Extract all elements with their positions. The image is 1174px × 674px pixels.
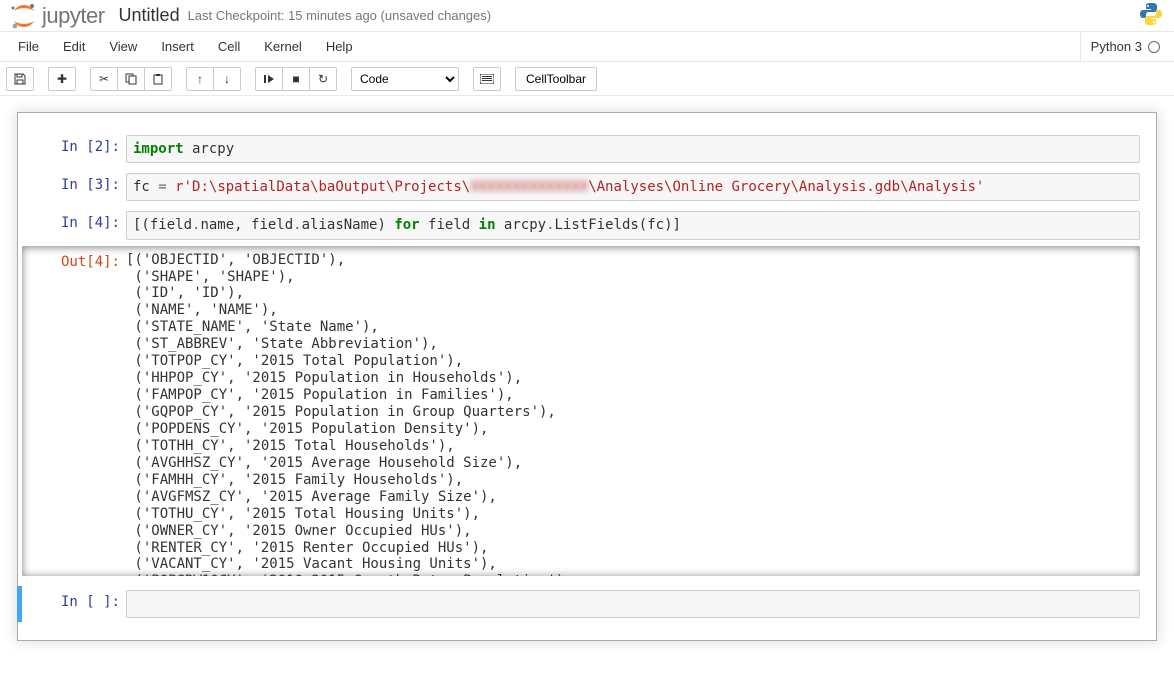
notebook: In [2]: import arcpy In [3]: fc = r'D:\s… xyxy=(17,112,1157,641)
code-input[interactable]: [(field.name, field.aliasName) for field… xyxy=(126,211,1140,239)
restart-button[interactable]: ↻ xyxy=(309,67,337,91)
input-prompt: In [2]: xyxy=(22,135,126,163)
menu-cell[interactable]: Cell xyxy=(206,33,252,60)
notebook-title[interactable]: Untitled xyxy=(119,5,180,26)
checkpoint-status: Last Checkpoint: 15 minutes ago (unsaved… xyxy=(188,8,492,23)
interrupt-button[interactable]: ■ xyxy=(282,67,310,91)
menu-help[interactable]: Help xyxy=(314,33,365,60)
toolbar: ✚ ✂ ↑ ↓ ■ ↻ Code CellToolbar xyxy=(0,62,1174,96)
notebook-container: In [2]: import arcpy In [3]: fc = r'D:\s… xyxy=(0,96,1174,657)
code-cell-selected[interactable]: In [ ]: xyxy=(17,586,1152,622)
jupyter-logo[interactable]: jupyter xyxy=(10,2,105,30)
paste-button[interactable] xyxy=(144,67,172,91)
input-prompt: In [3]: xyxy=(22,173,126,201)
code-cell[interactable]: In [4]: [(field.name, field.aliasName) f… xyxy=(22,207,1152,243)
kernel-status-icon xyxy=(1148,41,1160,53)
save-button[interactable] xyxy=(6,67,34,91)
input-prompt: In [4]: xyxy=(22,211,126,239)
menu-bar: File Edit View Insert Cell Kernel Help P… xyxy=(0,32,1174,62)
menu-kernel[interactable]: Kernel xyxy=(252,33,314,60)
code-cell[interactable]: In [3]: fc = r'D:\spatialData\baOutput\P… xyxy=(22,169,1152,205)
notebook-header: jupyter Untitled Last Checkpoint: 15 min… xyxy=(0,0,1174,32)
code-cell[interactable]: In [2]: import arcpy xyxy=(22,131,1152,167)
copy-button[interactable] xyxy=(117,67,145,91)
jupyter-logo-text: jupyter xyxy=(42,3,105,29)
menu-insert[interactable]: Insert xyxy=(149,33,206,60)
output-cell: Out[4]: [('OBJECTID', 'OBJECTID'), ('SHA… xyxy=(22,246,1140,576)
output-prompt: Out[4]: xyxy=(22,250,126,576)
menu-view[interactable]: View xyxy=(97,33,149,60)
kernel-indicator: Python 3 xyxy=(1080,32,1168,61)
input-prompt: In [ ]: xyxy=(22,590,126,618)
python-logo-icon xyxy=(1138,1,1164,30)
command-palette-button[interactable] xyxy=(473,67,501,91)
code-input[interactable]: import arcpy xyxy=(126,135,1140,163)
output-text: [('OBJECTID', 'OBJECTID'), ('SHAPE', 'SH… xyxy=(126,250,1128,576)
insert-cell-button[interactable]: ✚ xyxy=(48,67,76,91)
menu-file[interactable]: File xyxy=(6,33,51,60)
cut-button[interactable]: ✂ xyxy=(90,67,118,91)
code-input[interactable] xyxy=(126,590,1140,618)
kernel-name: Python 3 xyxy=(1091,39,1142,54)
move-down-button[interactable]: ↓ xyxy=(213,67,241,91)
output-scroll-area[interactable]: Out[4]: [('OBJECTID', 'OBJECTID'), ('SHA… xyxy=(22,246,1140,576)
celltoolbar-button[interactable]: CellToolbar xyxy=(515,67,597,91)
move-up-button[interactable]: ↑ xyxy=(186,67,214,91)
code-input[interactable]: fc = r'D:\spatialData\baOutput\Projects\… xyxy=(126,173,1140,201)
celltype-select[interactable]: Code xyxy=(351,67,459,91)
run-button[interactable] xyxy=(255,67,283,91)
menu-edit[interactable]: Edit xyxy=(51,33,97,60)
jupyter-icon xyxy=(10,2,38,30)
